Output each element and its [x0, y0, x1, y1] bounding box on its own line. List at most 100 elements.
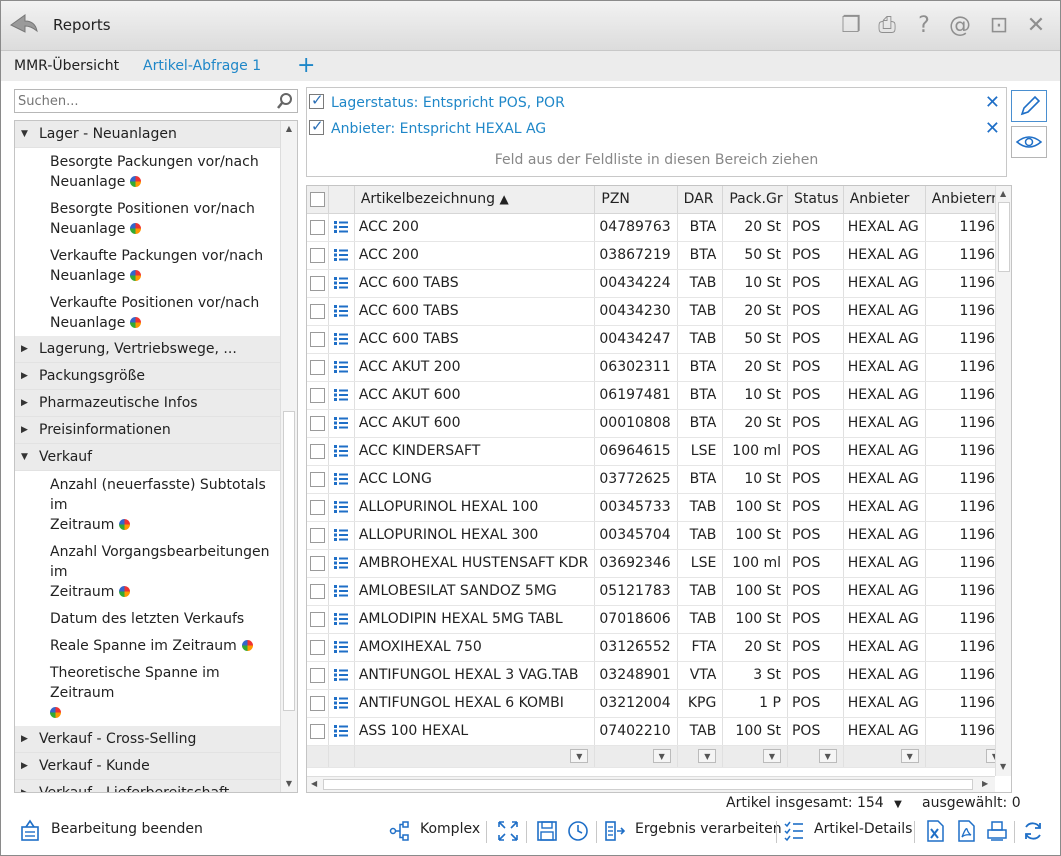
filter-dropdown-icon[interactable]: ▼	[570, 749, 589, 763]
row-details-cell[interactable]	[328, 437, 355, 466]
row-checkbox[interactable]	[310, 359, 325, 375]
filter-dropdown-icon[interactable]: ▼	[818, 749, 837, 763]
list-details-icon[interactable]	[333, 528, 349, 542]
process-result-button[interactable]: Ergebnis verarbeiten	[635, 821, 782, 837]
row-details-cell[interactable]	[328, 493, 355, 522]
expand-icon[interactable]: ▶	[21, 336, 28, 363]
remove-filter-icon[interactable]: ✕	[985, 92, 1000, 113]
print-icon[interactable]	[985, 819, 1009, 843]
table-row[interactable]: ACC LONG 03772625 BTA 10 St POS HEXAL AG 11965	[307, 465, 1011, 494]
column-filter-cell[interactable]: ▼	[787, 745, 844, 768]
scroll-down-icon[interactable]: ▼	[1000, 762, 1006, 771]
row-select-cell[interactable]	[307, 717, 330, 746]
filter-label[interactable]: Lagerstatus: Entspricht POS, POR	[331, 95, 565, 111]
row-checkbox[interactable]	[310, 527, 325, 543]
window-mode-icon[interactable]: ⊡	[986, 13, 1012, 39]
row-details-cell[interactable]	[328, 241, 355, 270]
tree-field[interactable]: Besorgte Packungen vor/nach Neuanlage	[15, 148, 281, 195]
column-header-artikelbezeichnung[interactable]: Artikelbezeichnung ▲	[354, 186, 596, 214]
row-checkbox[interactable]	[310, 443, 325, 459]
tree-category[interactable]: ▶ Pharmazeutische Infos	[15, 390, 281, 417]
row-checkbox[interactable]	[310, 219, 325, 235]
tree-category[interactable]: ▼ Verkauf	[15, 444, 281, 471]
tree-field[interactable]: Anzahl (neuerfasste) Subtotals im Zeitrau…	[15, 471, 281, 538]
row-details-cell[interactable]	[328, 605, 355, 634]
row-select-cell[interactable]	[307, 689, 330, 718]
filter-dropdown-icon[interactable]: ▼	[900, 749, 919, 763]
table-row[interactable]: ASS 100 HEXAL 07402210 TAB 100 St POS HEXAL A…	[307, 717, 1011, 746]
list-details-icon[interactable]	[333, 612, 349, 626]
tree-category[interactable]: ▶ Lagerung, Vertriebswege, ...	[15, 336, 281, 363]
row-details-cell[interactable]	[328, 577, 355, 606]
row-checkbox[interactable]	[310, 583, 325, 599]
row-select-cell[interactable]	[307, 325, 330, 354]
row-checkbox[interactable]	[310, 247, 325, 263]
expand-icon[interactable]: ▶	[21, 780, 28, 792]
complex-icon[interactable]	[388, 819, 412, 843]
row-select-cell[interactable]	[307, 409, 330, 438]
scroll-right-icon[interactable]: ▶	[982, 779, 988, 788]
list-details-icon[interactable]	[333, 668, 349, 682]
search-input[interactable]	[15, 90, 265, 112]
row-checkbox[interactable]	[310, 667, 325, 683]
finish-edit-icon[interactable]	[18, 819, 42, 843]
collapse-icon[interactable]: ▼	[21, 444, 28, 471]
table-row[interactable]: AMLODIPIN HEXAL 5MG TABL 07018606 TAB 100 S…	[307, 605, 1011, 634]
tree-category[interactable]: ▶ Verkauf - Lieferbereitschaft	[15, 780, 281, 792]
row-select-cell[interactable]	[307, 577, 330, 606]
table-row[interactable]: ANTIFUNGOL HEXAL 3 VAG.TAB 03248901 VTA 3 S…	[307, 661, 1011, 690]
row-checkbox[interactable]	[310, 471, 325, 487]
remove-filter-icon[interactable]: ✕	[985, 118, 1000, 139]
tree-category[interactable]: ▶ Packungsgröße	[15, 363, 281, 390]
filter-row[interactable]: Anbieter: Entspricht HEXAL AG	[309, 117, 546, 142]
finish-edit-button[interactable]: Bearbeitung beenden	[51, 821, 203, 837]
list-details-icon[interactable]	[333, 248, 349, 262]
select-all-checkbox[interactable]	[310, 191, 325, 207]
list-details-icon[interactable]	[333, 416, 349, 430]
row-details-cell[interactable]	[328, 465, 355, 494]
article-details-button[interactable]: Artikel-Details	[814, 821, 912, 837]
filter-label[interactable]: Anbieter: Entspricht HEXAL AG	[331, 121, 546, 137]
scroll-left-icon[interactable]: ◀	[311, 779, 317, 788]
row-checkbox[interactable]	[310, 275, 325, 291]
expand-icon[interactable]: ▶	[21, 363, 28, 390]
row-details-cell[interactable]	[328, 409, 355, 438]
filter-checkbox[interactable]	[309, 91, 324, 109]
row-details-cell[interactable]	[328, 381, 355, 410]
column-header-pzn[interactable]: PZN	[594, 186, 678, 214]
tree-field[interactable]: Verkaufte Packungen vor/nach Neuanlage	[15, 242, 281, 289]
filter-dropdown-icon[interactable]: ▼	[652, 749, 671, 763]
print-icon[interactable]: ⎙	[874, 13, 900, 39]
article-details-icon[interactable]	[782, 819, 806, 843]
row-select-cell[interactable]	[307, 241, 330, 270]
list-details-icon[interactable]	[333, 724, 349, 738]
row-select-cell[interactable]	[307, 437, 330, 466]
row-details-cell[interactable]	[328, 353, 355, 382]
row-select-cell[interactable]	[307, 493, 330, 522]
tree-field[interactable]: Theoretische Spanne im Zeitraum	[15, 659, 281, 726]
scroll-up-icon[interactable]: ▲	[281, 121, 297, 137]
column-header-status[interactable]: Status	[787, 186, 844, 214]
row-select-cell[interactable]	[307, 297, 330, 326]
grid-horizontal-scrollbar[interactable]: ◀ ▶	[307, 776, 995, 792]
table-row[interactable]: AMBROHEXAL HUSTENSAFT KDR 03692346 LSE 100 …	[307, 549, 1011, 578]
refresh-icon[interactable]	[1021, 819, 1045, 843]
table-row[interactable]: ACC AKUT 600 00010808 BTA 20 St POS HEXAL AG 1…	[307, 409, 1011, 438]
expand-icon[interactable]: ▶	[21, 753, 28, 780]
view-button[interactable]	[1011, 126, 1047, 158]
email-icon[interactable]: @	[947, 13, 973, 39]
row-select-cell[interactable]	[307, 465, 330, 494]
list-details-icon[interactable]	[333, 472, 349, 486]
column-filter-cell[interactable]: ▼	[843, 745, 926, 768]
table-row[interactable]: ACC 600 TABS 00434230 TAB 20 St POS HEXAL AG 1…	[307, 297, 1011, 326]
tree-field[interactable]: Besorgte Positionen vor/nach Neuanlage	[15, 195, 281, 242]
grid-vertical-scrollbar[interactable]: ▲ ▼	[995, 186, 1011, 776]
complex-button[interactable]: Komplex	[420, 821, 480, 837]
column-filter-cell[interactable]: ▼	[722, 745, 788, 768]
row-select-cell[interactable]	[307, 269, 330, 298]
filter-row[interactable]: Lagerstatus: Entspricht POS, POR	[309, 91, 565, 116]
row-details-cell[interactable]	[328, 633, 355, 662]
filter-dropzone[interactable]: Feld aus der Feldliste in diesen Bereich…	[307, 152, 1006, 168]
scroll-up-icon[interactable]: ▲	[1000, 189, 1006, 198]
edit-button[interactable]	[1011, 90, 1047, 122]
